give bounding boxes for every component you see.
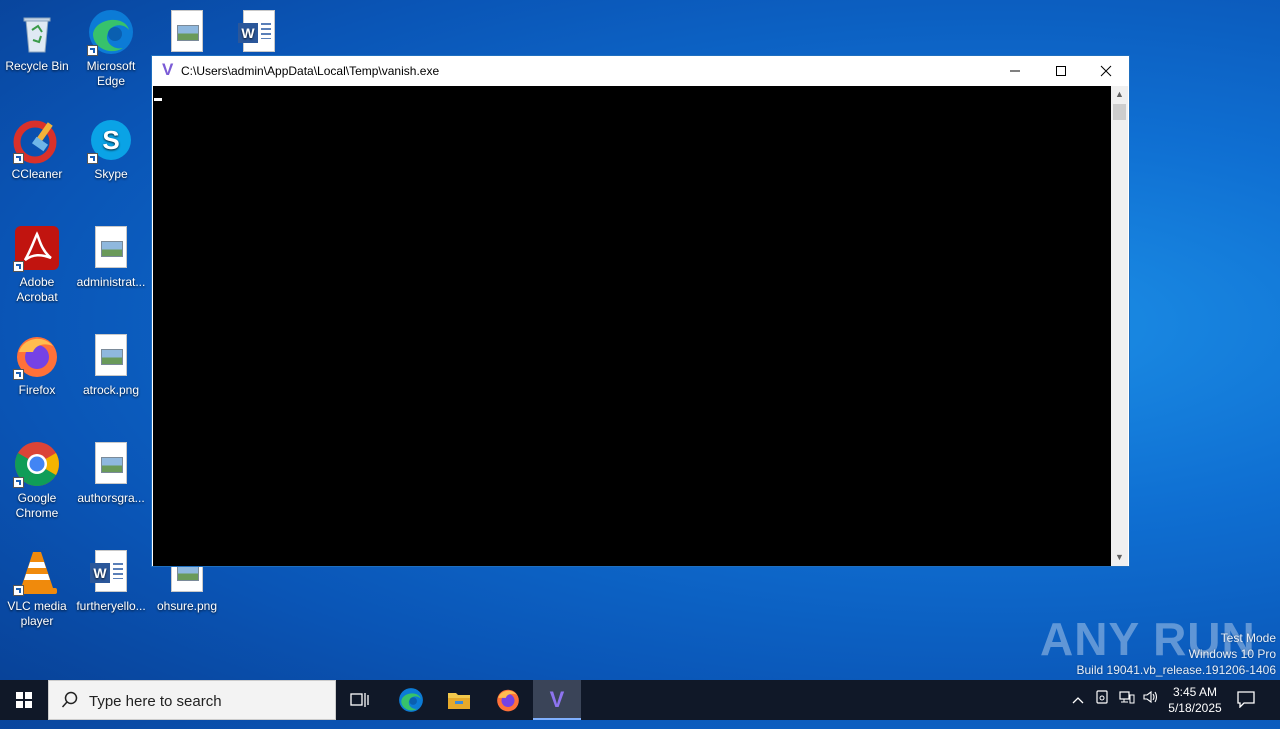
desktop-icon-word-document[interactable]: W bbox=[222, 8, 296, 59]
tray-volume-button[interactable] bbox=[1140, 680, 1162, 720]
shortcut-arrow-icon bbox=[13, 153, 24, 164]
desktop-icon-vlc[interactable]: VLC media player bbox=[0, 548, 74, 629]
desktop-icon-label: Adobe Acrobat bbox=[16, 275, 58, 304]
desktop-icon-label: Skype bbox=[94, 167, 128, 181]
image-file-icon bbox=[87, 440, 135, 488]
desktop-icon-label: Google Chrome bbox=[15, 491, 59, 520]
desktop-icon-skype[interactable]: S Skype bbox=[74, 116, 148, 182]
shortcut-arrow-icon bbox=[13, 369, 24, 380]
tray-device-button[interactable] bbox=[1092, 680, 1112, 720]
task-view-button[interactable] bbox=[336, 680, 384, 720]
close-icon bbox=[1100, 65, 1112, 77]
scroll-thumb[interactable] bbox=[1113, 104, 1126, 120]
desktop-icon-authorsgra[interactable]: authorsgra... bbox=[74, 440, 148, 506]
vlc-cone-icon bbox=[13, 548, 61, 596]
desktop-icon-firefox[interactable]: Firefox bbox=[0, 332, 74, 398]
edge-icon bbox=[399, 688, 423, 712]
desktop-icon-label: CCleaner bbox=[11, 167, 63, 181]
recycle-bin-icon bbox=[13, 8, 61, 56]
text-cursor bbox=[154, 98, 162, 101]
desktop-icon-furtheryello[interactable]: W furtheryello... bbox=[74, 548, 148, 614]
word-document-icon: W bbox=[235, 8, 283, 56]
desktop-icon-adobe-acrobat[interactable]: Adobe Acrobat bbox=[0, 224, 74, 305]
network-icon bbox=[1119, 691, 1135, 704]
shortcut-arrow-icon bbox=[87, 153, 98, 164]
taskbar-file-explorer-button[interactable] bbox=[435, 680, 483, 720]
close-button[interactable] bbox=[1083, 56, 1129, 86]
shortcut-arrow-icon bbox=[87, 45, 98, 56]
chevron-up-icon bbox=[1072, 697, 1084, 704]
folder-icon bbox=[448, 693, 470, 709]
desktop-icon-label: administrat... bbox=[76, 275, 146, 289]
firefox-icon bbox=[497, 689, 519, 712]
desktop-icon-administrat[interactable]: administrat... bbox=[74, 224, 148, 290]
taskbar: Type here to search V 3:45 AM 5/18/2025 bbox=[0, 680, 1280, 720]
shortcut-arrow-icon bbox=[13, 585, 24, 596]
desktop-icon-recycle-bin[interactable]: Recycle Bin bbox=[0, 8, 74, 74]
show-hidden-icons-button[interactable] bbox=[1068, 680, 1088, 720]
task-view-icon bbox=[350, 693, 369, 707]
start-button[interactable] bbox=[0, 680, 48, 720]
search-icon bbox=[61, 691, 78, 708]
word-document-icon: W bbox=[87, 548, 135, 596]
firefox-icon bbox=[13, 332, 61, 380]
desktop-icon-ccleaner[interactable]: CCleaner bbox=[0, 116, 74, 182]
desktop-icon-label: authorsgra... bbox=[77, 491, 145, 505]
ccleaner-icon bbox=[13, 116, 61, 164]
taskbar-vanish-button[interactable]: V bbox=[533, 680, 581, 720]
taskbar-clock[interactable]: 3:45 AM 5/18/2025 bbox=[1160, 684, 1230, 716]
desktop-icon-label: Recycle Bin bbox=[5, 59, 69, 73]
window-titlebar[interactable]: V C:\Users\admin\AppData\Local\Temp\vani… bbox=[152, 56, 1129, 86]
console-window[interactable]: V C:\Users\admin\AppData\Local\Temp\vani… bbox=[151, 55, 1130, 567]
desktop-icon-atrock[interactable]: atrock.png bbox=[74, 332, 148, 398]
shortcut-arrow-icon bbox=[13, 477, 24, 488]
watermark-line-edition: Windows 10 Pro bbox=[1188, 647, 1276, 661]
watermark-line-test-mode: Test Mode bbox=[1220, 631, 1276, 645]
desktop-icon-label: furtheryello... bbox=[76, 599, 146, 613]
notification-icon bbox=[1237, 691, 1255, 709]
action-center-button[interactable] bbox=[1236, 690, 1256, 709]
window-title: C:\Users\admin\AppData\Local\Temp\vanish… bbox=[181, 64, 440, 78]
minimize-icon bbox=[1010, 70, 1020, 72]
maximize-icon bbox=[1056, 66, 1066, 76]
edge-icon bbox=[87, 8, 135, 56]
desktop-icon-label: Firefox bbox=[18, 383, 56, 397]
search-placeholder: Type here to search bbox=[89, 693, 222, 710]
tray-network-button[interactable] bbox=[1116, 680, 1138, 720]
app-v-icon: V bbox=[549, 687, 565, 712]
image-file-icon bbox=[87, 332, 135, 380]
clock-date: 5/18/2025 bbox=[1168, 701, 1222, 715]
chrome-icon bbox=[13, 440, 61, 488]
desktop-icon-microsoft-edge[interactable]: Microsoft Edge bbox=[74, 8, 148, 89]
device-icon bbox=[1096, 690, 1108, 704]
taskbar-firefox-button[interactable] bbox=[484, 680, 532, 720]
maximize-button[interactable] bbox=[1038, 56, 1084, 86]
scroll-up-icon[interactable]: ▲ bbox=[1111, 86, 1128, 103]
system-watermark: Test Mode Windows 10 Pro Build 19041.vb_… bbox=[1077, 630, 1277, 678]
image-file-icon bbox=[87, 224, 135, 272]
watermark-line-build: Build 19041.vb_release.191206-1406 bbox=[1076, 663, 1277, 677]
app-v-icon: V bbox=[162, 60, 174, 79]
desktop-icon-label: Microsoft Edge bbox=[86, 59, 136, 88]
desktop-icon-image-file[interactable] bbox=[150, 8, 224, 59]
minimize-button[interactable] bbox=[992, 56, 1038, 86]
volume-icon bbox=[1143, 690, 1158, 704]
adobe-acrobat-icon bbox=[13, 224, 61, 272]
taskbar-edge-button[interactable] bbox=[387, 680, 435, 720]
desktop-icon-label: atrock.png bbox=[82, 383, 140, 397]
svg-text:S: S bbox=[102, 125, 119, 155]
windows-logo-icon bbox=[16, 692, 32, 708]
vertical-scrollbar[interactable]: ▲ ▼ bbox=[1111, 86, 1128, 566]
taskbar-search-box[interactable]: Type here to search bbox=[48, 680, 336, 720]
skype-icon: S bbox=[87, 116, 135, 164]
shortcut-arrow-icon bbox=[13, 261, 24, 272]
clock-time: 3:45 AM bbox=[1172, 685, 1218, 699]
scroll-down-icon[interactable]: ▼ bbox=[1111, 549, 1128, 566]
desktop-icon-label: ohsure.png bbox=[156, 599, 218, 613]
image-file-icon bbox=[163, 8, 211, 56]
desktop-icon-label: VLC media player bbox=[7, 599, 67, 628]
desktop-icon-google-chrome[interactable]: Google Chrome bbox=[0, 440, 74, 521]
console-output[interactable] bbox=[153, 86, 1112, 566]
